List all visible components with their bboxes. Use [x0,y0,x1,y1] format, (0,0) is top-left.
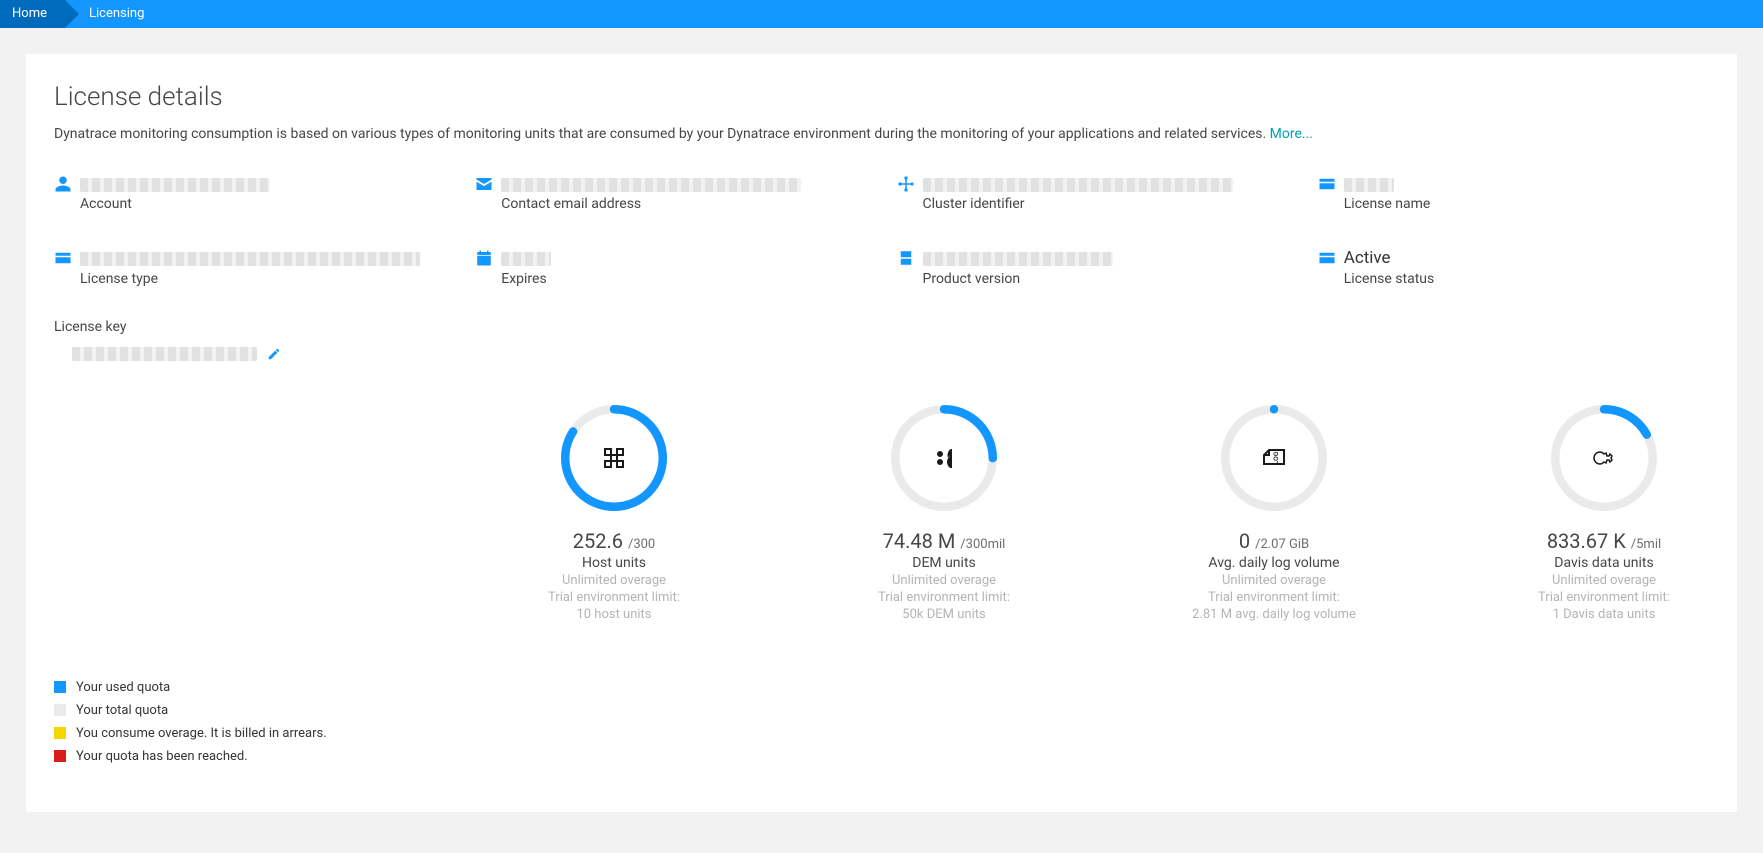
gauge-overage: Unlimited overage [1222,573,1326,588]
gauge-ring [1551,405,1657,511]
info-label: License type [80,271,445,287]
gauge-overage: Unlimited overage [892,573,996,588]
contact-field: Contact email address [475,174,866,212]
redacted-value [1344,178,1394,192]
gauge-trial-line: Trial environment limit: [1538,590,1670,605]
gauge-trial-value: 50k DEM units [902,607,985,622]
davis-icon [1592,446,1616,470]
edit-icon[interactable] [267,347,281,361]
gauge-trial-line: Trial environment limit: [548,590,680,605]
gauge-ring: LOG [1221,405,1327,511]
card-icon [54,249,72,267]
more-link[interactable]: More... [1270,126,1313,142]
license-status-field: Active License status [1318,248,1709,286]
gauge-label: Host units [582,555,646,571]
gauge-ring [891,405,997,511]
gauge-trial-line: Trial environment limit: [878,590,1010,605]
redacted-value [501,178,801,192]
cluster-field: Cluster identifier [897,174,1288,212]
license-name-field: License name [1318,174,1709,212]
gauge-label: Davis data units [1554,555,1653,571]
gauge-trial-value: 2.81 M avg. daily log volume [1192,607,1356,622]
gauge-ring [561,405,667,511]
info-label: License name [1344,196,1709,212]
info-grid: Account Contact email address Cluster id… [54,174,1709,287]
gauge-log-volume: LOG 0 /2.07 GiB Avg. daily log volume Un… [1179,405,1369,622]
breadcrumb-licensing[interactable]: Licensing [65,0,162,28]
info-label: Product version [923,271,1288,287]
status-value: Active [1344,248,1709,268]
legend-swatch [54,681,66,693]
license-type-field: License type [54,248,445,286]
users-icon [932,446,956,470]
info-label: Cluster identifier [923,196,1288,212]
info-label: Account [80,196,445,212]
info-label: Expires [501,271,866,287]
legend-swatch [54,750,66,762]
gauge-value: 74.48 M /300mil [883,529,1006,553]
legend-swatch [54,704,66,716]
gauge-value: 0 /2.07 GiB [1239,529,1309,553]
account-field: Account [54,174,445,212]
server-icon [897,249,915,267]
redacted-value [501,252,551,266]
legend: Your used quota Your total quota You con… [54,680,1709,764]
legend-text: Your quota has been reached. [76,749,248,764]
page-title: License details [54,82,1709,112]
gauge-overage: Unlimited overage [1552,573,1656,588]
gauge-label: Avg. daily log volume [1208,555,1339,571]
legend-text: Your used quota [76,680,170,695]
legend-item: Your used quota [54,680,1709,695]
svg-text:LOG: LOG [1274,451,1280,464]
log-icon: LOG [1262,446,1286,470]
legend-text: Your total quota [76,703,168,718]
fullstack-icon [602,446,626,470]
license-key-block: License key [54,319,1709,361]
gauge-host-units: 252.6 /300 Host units Unlimited overage … [519,405,709,622]
gauge-davis-units: 833.67 K /5mil Davis data units Unlimite… [1509,405,1699,622]
page-description: Dynatrace monitoring consumption is base… [54,126,1709,142]
gauge-dem-units: 74.48 M /300mil DEM units Unlimited over… [849,405,1039,622]
calendar-icon [475,249,493,267]
info-label: License status [1344,271,1709,287]
legend-text: You consume overage. It is billed in arr… [76,726,327,741]
product-version-field: Product version [897,248,1288,286]
info-label: Contact email address [501,196,866,212]
gauge-trial-value: 10 host units [576,607,651,622]
legend-item: You consume overage. It is billed in arr… [54,726,1709,741]
redacted-value [80,252,420,266]
gauges-row: 252.6 /300 Host units Unlimited overage … [54,405,1709,622]
redacted-value [923,178,1233,192]
user-icon [54,175,72,193]
redacted-value [80,178,270,192]
gauge-trial-value: 1 Davis data units [1553,607,1656,622]
legend-item: Your total quota [54,703,1709,718]
redacted-key [72,347,257,361]
legend-item: Your quota has been reached. [54,749,1709,764]
gauge-trial-line: Trial environment limit: [1208,590,1340,605]
license-key-label: License key [54,319,1709,335]
cluster-icon [897,175,915,193]
redacted-value [923,252,1113,266]
legend-swatch [54,727,66,739]
breadcrumb: Home Licensing [0,0,1763,28]
page-card: License details Dynatrace monitoring con… [26,54,1737,812]
expires-field: Expires [475,248,866,286]
card-icon [1318,249,1336,267]
gauge-value: 833.67 K /5mil [1547,529,1661,553]
gauge-overage: Unlimited overage [562,573,666,588]
breadcrumb-home[interactable]: Home [0,0,65,28]
mail-icon [475,175,493,193]
gauge-value: 252.6 /300 [573,529,656,553]
gauge-label: DEM units [912,555,976,571]
card-icon [1318,175,1336,193]
